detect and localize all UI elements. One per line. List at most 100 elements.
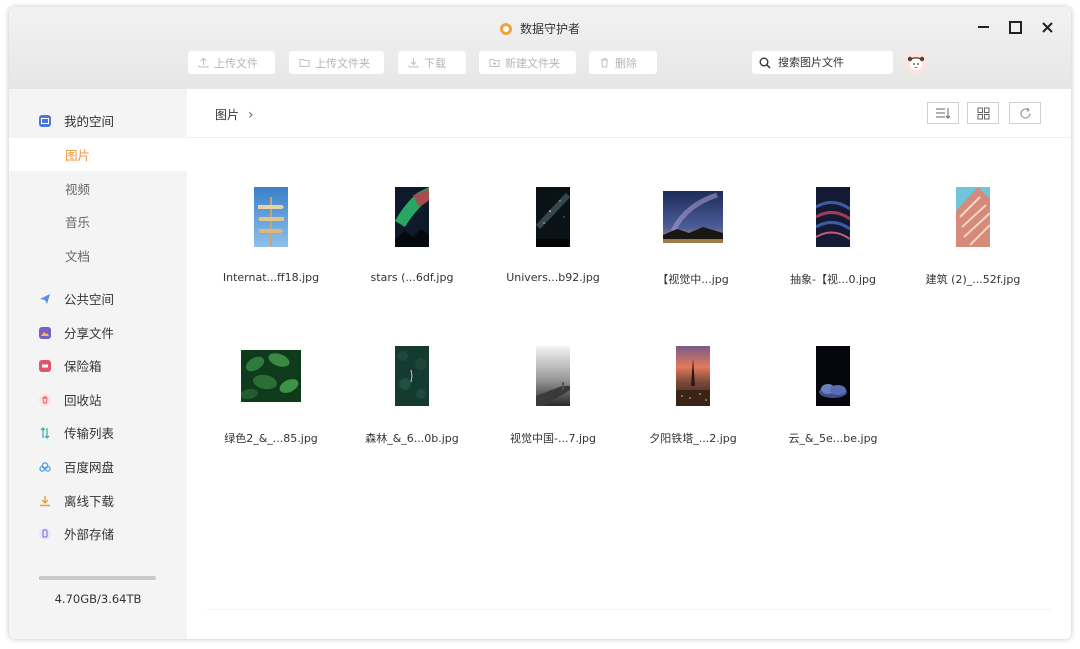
app-title-text: 数据守护者 [519,22,580,36]
thumbnail [382,346,442,406]
file-name: Internat...ff18.jpg [222,271,320,284]
sidebar-item-documents[interactable]: 文档 [9,239,187,272]
maximize-icon [1008,20,1022,34]
sidebar-item-music[interactable]: 音乐 [9,205,187,238]
upload-folder-label: 上传文件夹 [315,56,370,70]
file-item[interactable]: 夕阳铁塔_...2.jpg [631,346,755,466]
sidebar-item-transfer-list[interactable]: 传输列表 [9,416,187,449]
sidebar-item-label: 保险箱 [64,359,102,374]
download-label: 下载 [424,56,446,70]
storage-progress-bar [39,576,156,580]
grid-view-button[interactable] [967,102,999,124]
sidebar-item-baidu-pan[interactable]: 百度网盘 [9,450,187,483]
storage-usage-text: 4.70GB/3.64TB [54,592,142,606]
share-icon [39,326,51,339]
usb-icon [39,527,51,540]
close-icon [1041,21,1053,33]
window-controls [973,17,1057,37]
minimize-button[interactable] [973,17,993,37]
sunset-tower-image-icon [676,346,710,406]
refresh-button[interactable] [1009,102,1041,124]
upload-file-label: 上传文件 [214,56,258,70]
my-space-icon [39,114,51,127]
app-logo-icon [499,22,512,35]
safe-box-icon [39,359,51,372]
sidebar-item-public-space[interactable]: 公共空间 [9,282,187,315]
sidebar-item-external-storage[interactable]: 外部存储 [9,517,187,550]
refresh-icon [1020,107,1031,119]
transfer-icon [39,426,51,439]
minimize-icon [977,26,989,28]
storage-progress-fill [39,576,41,580]
sidebar-item-label: 文档 [65,249,91,264]
sidebar-item-offline-download[interactable]: 离线下载 [9,484,187,517]
file-name: 夕阳铁塔_...2.jpg [649,432,737,445]
file-item[interactable]: 【视觉中...jpg [631,187,755,307]
file-item[interactable]: Univers...b92.jpg [491,187,615,307]
cloud-image-icon [816,346,850,406]
close-button[interactable] [1037,17,1057,37]
breadcrumb: 图片 › [215,106,254,123]
thumbnail [943,187,1003,247]
download-icon [39,495,51,507]
header-divider [187,137,1071,138]
grid-icon [977,107,989,119]
title-bar: 数据守护者 上传文件 上传文件夹 下载 新建文件夹 删除 [9,7,1071,89]
upload-file-button[interactable]: 上传文件 [188,51,275,74]
sidebar-item-images[interactable]: 图片 [9,138,187,171]
file-name: stars (...6df.jpg [370,271,454,284]
send-icon [39,293,51,305]
file-item[interactable]: stars (...6df.jpg [350,187,474,307]
user-avatar[interactable] [904,51,928,75]
delete-button[interactable]: 删除 [589,51,657,74]
file-item[interactable]: 视觉中国-...7.jpg [491,346,615,466]
abstract-image-icon [816,187,850,247]
pier-image-icon [536,346,570,406]
night-sky-image-icon [663,191,723,243]
view-controls [927,102,1041,124]
file-item[interactable]: 森林_&_6...0b.jpg [350,346,474,466]
breadcrumb-current[interactable]: 图片 [215,106,239,123]
file-name: 绿色2_&_...85.jpg [224,432,318,445]
sidebar: 我的空间 图片 视频 音乐 文档 公共空间 分享文件 保险箱 回收站 传输列表 … [9,89,187,639]
file-name: 森林_&_6...0b.jpg [365,432,459,445]
file-item[interactable]: 抽象-【视...0.jpg [771,187,895,307]
sidebar-item-safe-box[interactable]: 保险箱 [9,349,187,382]
thumbnail [241,187,301,247]
sidebar-item-label: 回收站 [64,393,102,408]
download-icon [408,58,419,68]
upload-icon [198,57,209,68]
sidebar-item-label: 我的空间 [64,114,115,129]
sort-button[interactable] [927,102,959,124]
sidebar-item-recycle-bin[interactable]: 回收站 [9,383,187,416]
footer-divider [207,609,1051,610]
sidebar-item-share-files[interactable]: 分享文件 [9,316,187,349]
upload-folder-icon [299,59,310,67]
galaxy-image-icon [536,187,570,247]
file-item[interactable]: Internat...ff18.jpg [209,187,333,307]
forest-image-icon [395,346,429,406]
new-folder-button[interactable]: 新建文件夹 [479,51,576,74]
sidebar-item-label: 图片 [65,148,91,163]
main-content: 图片 › Internat...ff18.jpg stars (...6df.j… [187,89,1071,639]
sidebar-item-my-space[interactable]: 我的空间 [9,104,187,137]
sidebar-item-label: 公共空间 [64,292,115,307]
search-input[interactable] [776,55,892,70]
file-name: 抽象-【视...0.jpg [790,273,876,286]
file-item[interactable]: 绿色2_&_...85.jpg [209,346,333,466]
upload-folder-button[interactable]: 上传文件夹 [289,51,384,74]
trash-icon [39,393,51,406]
chevron-right-icon: › [248,106,254,123]
maximize-button[interactable] [1005,17,1025,37]
signpost-image-icon [254,187,288,247]
file-item[interactable]: 云_&_5e...be.jpg [771,346,895,466]
file-name: 云_&_5e...be.jpg [788,432,878,445]
download-button[interactable]: 下载 [398,51,466,74]
aurora-image-icon [395,187,429,247]
sidebar-item-label: 音乐 [65,215,91,230]
sidebar-item-videos[interactable]: 视频 [9,172,187,205]
file-item[interactable]: 建筑 (2)_...52f.jpg [911,187,1035,307]
sidebar-item-label: 外部存储 [64,527,115,542]
sidebar-item-label: 分享文件 [64,326,115,341]
thumbnail [241,346,301,406]
